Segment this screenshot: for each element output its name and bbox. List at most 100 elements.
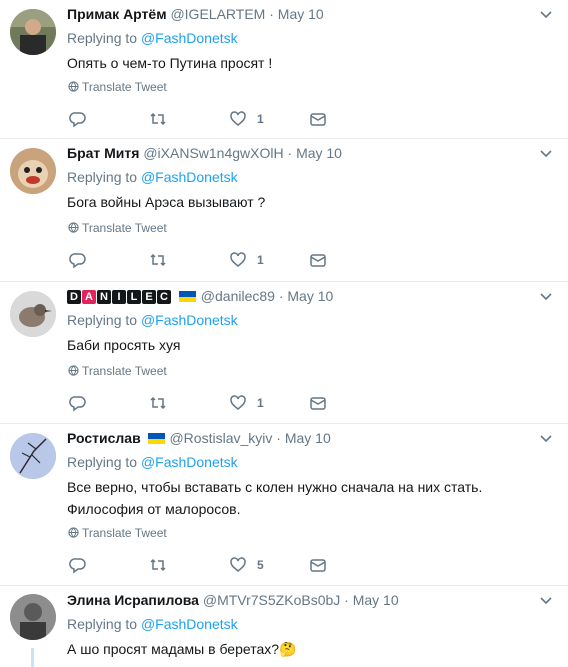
name-letter: E <box>142 290 156 304</box>
direct-message-button[interactable] <box>309 251 327 269</box>
retweet-button[interactable] <box>149 556 167 574</box>
translate-label: Translate Tweet <box>82 221 167 235</box>
retweet-icon <box>150 558 166 572</box>
user-name[interactable]: DANILEC <box>67 288 176 304</box>
caret-down-icon[interactable] <box>540 5 554 23</box>
retweet-button[interactable] <box>149 251 167 269</box>
avatar[interactable] <box>10 291 56 337</box>
thinking-emoji: 🤔 <box>279 641 297 657</box>
like-icon <box>230 252 246 267</box>
tweet[interactable]: Элина Исрапилова @MTVr7S5ZKoBs0bJ · May … <box>0 586 568 667</box>
caret-down-icon[interactable] <box>540 287 554 305</box>
reply-to-link[interactable]: @FashDonetsk <box>141 30 238 46</box>
reply-button[interactable] <box>69 394 87 412</box>
direct-message-button[interactable] <box>309 556 327 574</box>
like-count: 1 <box>257 253 264 267</box>
thread-line <box>31 648 34 667</box>
user-handle[interactable]: @danilec89 <box>201 288 275 304</box>
tweet[interactable]: Примак Артём @IGELARTEM · May 10 Replyin… <box>0 0 568 139</box>
separator-dot: · <box>278 288 284 304</box>
user-handle[interactable]: @Rostislav_kyiv <box>169 430 272 446</box>
tweet-date[interactable]: May 10 <box>287 288 333 304</box>
like-count: 5 <box>257 558 264 572</box>
replying-to-label: Replying to <box>67 30 141 46</box>
like-count: 1 <box>257 112 264 126</box>
globe-icon <box>68 527 79 538</box>
dm-icon <box>310 113 326 126</box>
reply-to-link[interactable]: @FashDonetsk <box>141 169 238 185</box>
replying-to: Replying to @FashDonetsk <box>67 615 238 633</box>
tweet[interactable]: Ростислав @Rostislav_kyiv · May 10 Reply… <box>0 424 568 586</box>
tweet-text-line: Философия от малоросов. <box>67 501 241 517</box>
translate-link[interactable]: Translate Tweet <box>68 364 167 378</box>
caret-down-icon[interactable] <box>540 429 554 447</box>
reply-to-link[interactable]: @FashDonetsk <box>141 616 238 632</box>
like-icon <box>230 395 246 410</box>
replying-to-label: Replying to <box>67 169 141 185</box>
like-button[interactable]: 1 <box>229 110 264 128</box>
replying-to-label: Replying to <box>67 312 141 328</box>
avatar[interactable] <box>10 594 56 640</box>
translate-link[interactable]: Translate Tweet <box>68 526 167 540</box>
replying-to: Replying to @FashDonetsk <box>67 168 238 186</box>
like-button[interactable]: 1 <box>229 394 264 412</box>
translate-link[interactable]: Translate Tweet <box>68 221 167 235</box>
tweet-text-content: А шо просят мадамы в беретах? <box>67 641 280 657</box>
tweet-date[interactable]: May 10 <box>353 592 399 608</box>
separator-dot: · <box>276 430 281 446</box>
reply-button[interactable] <box>69 251 87 269</box>
retweet-icon <box>150 112 166 126</box>
reply-to-link[interactable]: @FashDonetsk <box>141 454 238 470</box>
tweet-header: DANILEC @danilec89 · May 10 <box>67 287 554 305</box>
reply-icon <box>69 396 86 412</box>
tweet-header: Примак Артём @IGELARTEM · May 10 <box>67 5 554 23</box>
user-name[interactable]: Элина Исрапилова <box>67 592 199 608</box>
like-button[interactable]: 1 <box>229 251 264 269</box>
reply-button[interactable] <box>69 110 87 128</box>
caret-down-icon[interactable] <box>540 591 554 609</box>
tweet[interactable]: Брат Митя @iXANSw1n4gwXOlH · May 10 Repl… <box>0 139 568 282</box>
direct-message-button[interactable] <box>309 110 327 128</box>
reply-icon <box>69 253 86 269</box>
caret-down-icon[interactable] <box>540 144 554 162</box>
like-button[interactable]: 5 <box>229 556 264 574</box>
user-name[interactable]: Примак Артём <box>67 6 167 22</box>
retweet-button[interactable] <box>149 110 167 128</box>
reply-icon <box>69 558 86 574</box>
reply-button[interactable] <box>69 556 87 574</box>
like-icon <box>230 111 246 126</box>
tweet-date[interactable]: May 10 <box>285 430 331 446</box>
tweet-actions: 1 <box>69 394 329 412</box>
translate-label: Translate Tweet <box>82 80 167 94</box>
tweet-text: А шо просят мадамы в беретах?🤔 <box>67 639 554 659</box>
name-letter: N <box>97 290 111 304</box>
name-letter: I <box>112 290 126 304</box>
ukraine-flag-icon <box>147 433 165 444</box>
user-name[interactable]: Ростислав <box>67 430 141 446</box>
tweet[interactable]: DANILEC @danilec89 · May 10 Replying to … <box>0 282 568 424</box>
reply-to-link[interactable]: @FashDonetsk <box>141 312 238 328</box>
translate-label: Translate Tweet <box>82 364 167 378</box>
direct-message-button[interactable] <box>309 394 327 412</box>
avatar[interactable] <box>10 433 56 479</box>
translate-link[interactable]: Translate Tweet <box>68 80 167 94</box>
avatar[interactable] <box>10 9 56 55</box>
dm-icon <box>310 397 326 410</box>
tweet-date[interactable]: May 10 <box>278 6 324 22</box>
user-name[interactable]: Брат Митя <box>67 145 139 161</box>
dm-icon <box>310 559 326 572</box>
user-handle[interactable]: @iXANSw1n4gwXOlH <box>143 145 283 161</box>
separator-dot: · <box>344 592 349 608</box>
tweet-actions: 1 <box>69 110 329 128</box>
globe-icon <box>68 365 79 376</box>
replying-to-label: Replying to <box>67 454 141 470</box>
avatar[interactable] <box>10 148 56 194</box>
retweet-button[interactable] <box>149 394 167 412</box>
user-handle[interactable]: @IGELARTEM <box>170 6 265 22</box>
tweet-date[interactable]: May 10 <box>296 145 342 161</box>
separator-dot: · <box>287 145 293 161</box>
user-handle[interactable]: @MTVr7S5ZKoBs0bJ <box>203 592 340 608</box>
tweet-header: Брат Митя @iXANSw1n4gwXOlH · May 10 <box>67 144 554 162</box>
tweet-feed: Примак Артём @IGELARTEM · May 10 Replyin… <box>0 0 568 667</box>
tweet-text: Опять о чем-то Путина просят ! <box>67 55 273 71</box>
